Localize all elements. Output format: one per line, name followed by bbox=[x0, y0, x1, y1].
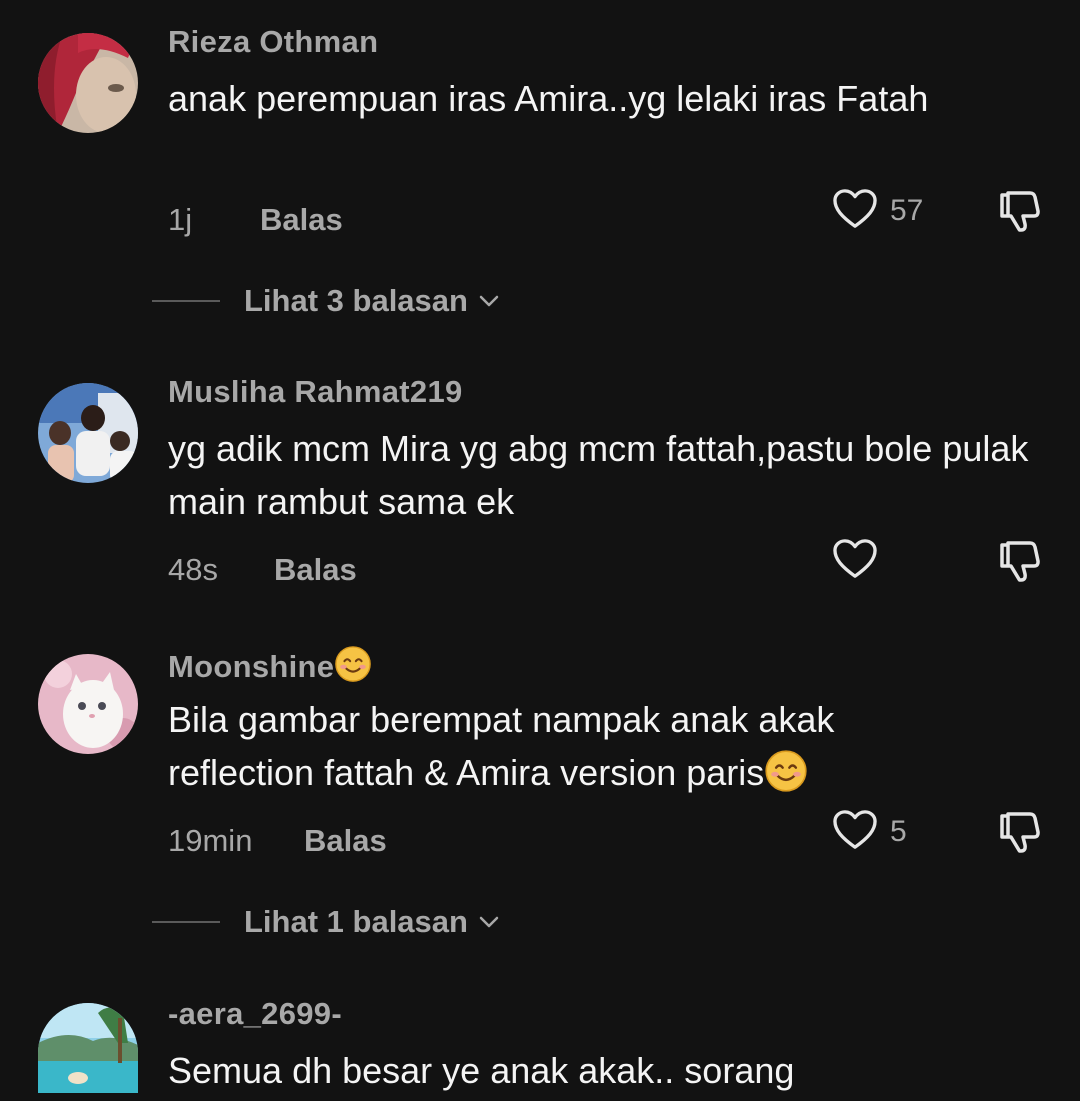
username[interactable]: Moonshine bbox=[168, 645, 372, 685]
avatar[interactable] bbox=[38, 1003, 138, 1093]
thumbs-down-icon bbox=[994, 812, 1042, 860]
view-replies-button[interactable]: Lihat 3 balasan bbox=[152, 281, 500, 321]
like-count: 57 bbox=[890, 194, 924, 227]
avatar[interactable] bbox=[38, 654, 138, 754]
comment-text-content: Bila gambar berempat nampak anak akak re… bbox=[168, 699, 835, 793]
heart-outline-icon bbox=[832, 188, 878, 235]
smiling-face-emoji bbox=[764, 749, 808, 793]
comment-text: anak perempuan iras Amira..yg lelaki ira… bbox=[168, 78, 929, 119]
thumbs-down-icon bbox=[994, 541, 1042, 589]
comment-text: Semua dh besar ye anak akak.. sorang bbox=[168, 1050, 795, 1091]
smiling-face-emoji bbox=[334, 645, 372, 683]
comment-text: yg adik mcm Mira yg abg mcm fattah,pastu… bbox=[168, 428, 1029, 522]
heart-outline-icon bbox=[832, 809, 878, 856]
dislike-button[interactable] bbox=[994, 187, 1042, 235]
username-text: Moonshine bbox=[168, 649, 335, 684]
thumbs-down-icon bbox=[994, 191, 1042, 239]
divider-line bbox=[152, 300, 220, 302]
chevron-down-icon bbox=[478, 294, 500, 308]
username[interactable]: Musliha Rahmat219 bbox=[168, 374, 463, 410]
view-replies-label: Lihat 3 balasan bbox=[244, 283, 468, 318]
comment-time: 19min bbox=[168, 823, 253, 858]
username[interactable]: -aera_2699- bbox=[168, 996, 342, 1032]
view-replies-button[interactable]: Lihat 1 balasan bbox=[152, 902, 500, 942]
chevron-down-icon bbox=[478, 915, 500, 929]
view-replies-label: Lihat 1 balasan bbox=[244, 904, 468, 939]
comment-time: 48s bbox=[168, 552, 218, 587]
reply-button[interactable]: Balas bbox=[260, 202, 343, 238]
avatar[interactable] bbox=[38, 33, 138, 133]
like-count: 5 bbox=[890, 815, 907, 848]
like-button[interactable]: 5 bbox=[832, 809, 907, 855]
avatar[interactable] bbox=[38, 383, 138, 483]
comment-time: 1j bbox=[168, 202, 193, 237]
like-button[interactable]: 57 bbox=[832, 188, 923, 234]
username[interactable]: Rieza Othman bbox=[168, 24, 378, 60]
heart-outline-icon bbox=[832, 538, 878, 585]
reply-button[interactable]: Balas bbox=[304, 823, 387, 859]
dislike-button[interactable] bbox=[994, 808, 1042, 856]
like-button[interactable] bbox=[832, 538, 878, 584]
reply-button[interactable]: Balas bbox=[274, 552, 357, 588]
dislike-button[interactable] bbox=[994, 537, 1042, 585]
comment-text: Bila gambar berempat nampak anak akak re… bbox=[168, 693, 978, 799]
divider-line bbox=[152, 921, 220, 923]
